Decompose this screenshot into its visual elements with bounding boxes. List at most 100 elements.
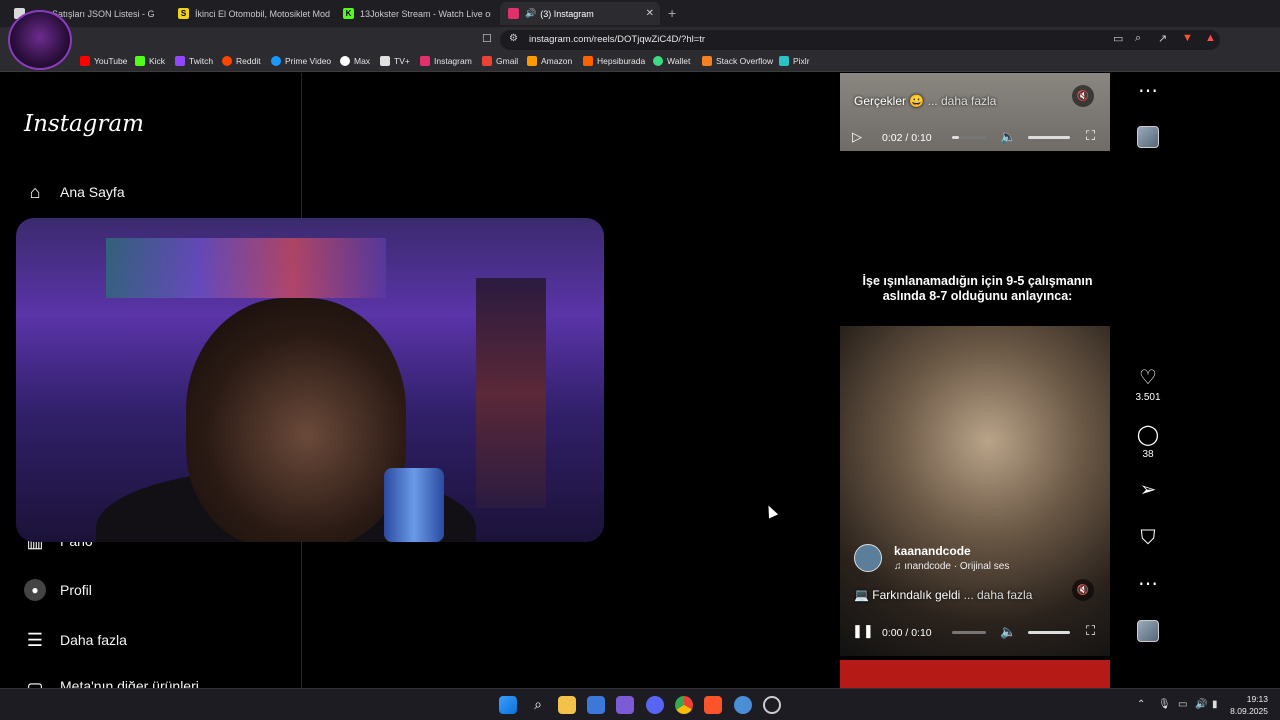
more-link[interactable]: ... daha fazla (928, 94, 997, 108)
discord-icon[interactable] (646, 696, 664, 714)
tab-instagram[interactable]: 🔊 (3) Instagram ✕ (500, 2, 660, 25)
bookmark-reddit[interactable]: Reddit (222, 56, 261, 66)
share-icon[interactable]: ↗ (1158, 32, 1167, 45)
app-icon-2[interactable] (734, 696, 752, 714)
audio-thumbnail-previous[interactable] (1137, 126, 1159, 148)
bookmark-kick[interactable]: Kick (135, 56, 165, 66)
instagram-icon (420, 56, 430, 66)
zoom-icon[interactable]: ⌕ (1135, 32, 1141, 45)
app-icon[interactable] (616, 696, 634, 714)
bookmark-instagram[interactable]: Instagram (420, 56, 472, 66)
speaker-icon: 🔊 (525, 8, 537, 18)
caption-text: Gerçekler 😀 (854, 94, 925, 108)
volume-slider[interactable] (1028, 631, 1070, 634)
volume-icon[interactable]: 🔊 (1195, 699, 1207, 710)
bookmark-youtube[interactable]: YouTube (80, 56, 127, 66)
bookmark-pixlr[interactable]: Pixlr (779, 56, 810, 66)
more-options-icon[interactable]: ⋯ (1138, 573, 1158, 595)
bookmark-prime-video[interactable]: Prime Video (271, 56, 331, 66)
reddit-icon (222, 56, 232, 66)
pixlr-icon (779, 56, 789, 66)
save-action[interactable]: ⛉ (1130, 527, 1166, 549)
youtube-icon (80, 56, 90, 66)
amazon-icon (527, 56, 537, 66)
reel-caption[interactable]: 💻 Farkındalık geldi ... daha fazla (854, 588, 1032, 602)
tab-ikinci-el[interactable]: S İkinci El Otomobil, Motosiklet Modell (178, 2, 330, 25)
muted-icon[interactable]: 🔇 (1072, 85, 1094, 107)
comment-action[interactable]: ◯ 38 (1130, 424, 1166, 460)
nav-profile[interactable]: ● Profil (24, 579, 92, 601)
nav-home[interactable]: ⌂ Ana Sayfa (24, 181, 125, 203)
nav-more[interactable]: ☰ Daha fazla (24, 629, 127, 651)
bookmark-gmail[interactable]: Gmail (482, 56, 518, 66)
clock-date: 8.09.2025 (1230, 706, 1268, 716)
share-action[interactable]: ➢ (1130, 479, 1166, 501)
brave-rewards-icon[interactable]: ▲ (1205, 32, 1216, 44)
bookmark-hepsiburada[interactable]: Hepsiburada (583, 56, 645, 66)
send-icon[interactable]: ➢ (1140, 479, 1157, 501)
bookmark-label: Amazon (541, 56, 573, 66)
more-options-icon[interactable]: ⋯ (1138, 80, 1158, 102)
clock[interactable]: 19:13 8.09.2025 (1230, 693, 1268, 717)
volume-slider[interactable] (1028, 136, 1070, 139)
bookmark-max[interactable]: Max (340, 56, 370, 66)
more-link[interactable]: ... daha fazla (964, 588, 1033, 602)
comment-icon[interactable]: ◯ (1137, 424, 1159, 446)
bookmark-stack-overflow[interactable]: Stack Overflow (702, 56, 773, 66)
reel-more-actions[interactable]: ⋯ (1130, 573, 1166, 595)
volume-icon[interactable]: 🔈 (1000, 624, 1016, 640)
nav-label: Daha fazla (60, 632, 127, 648)
tray-chevron-icon[interactable]: ⌃ (1137, 699, 1145, 710)
battery-icon[interactable]: ▮ (1212, 699, 1218, 710)
reel-author[interactable]: kaanandcode ♫ ınandcode · Orijinal ses (854, 544, 1009, 572)
author-avatar[interactable] (854, 544, 882, 572)
reader-mode-icon[interactable]: ▭ (1113, 32, 1123, 45)
play-icon[interactable]: ▷ (852, 129, 862, 145)
heart-icon[interactable]: ♡ (1139, 367, 1157, 389)
author-username[interactable]: kaanandcode (894, 544, 1009, 558)
site-info-icon[interactable]: ⚙ (509, 33, 518, 44)
store-icon[interactable] (587, 696, 605, 714)
nav-meta-products[interactable]: ▢ Meta'nın diğer ürünleri (24, 678, 198, 688)
obs-icon[interactable] (763, 696, 781, 714)
bookmark-wallet[interactable]: Wallet (653, 56, 690, 66)
reel-video-current[interactable]: kaanandcode ♫ ınandcode · Orijinal ses 🔇… (840, 326, 1110, 656)
chrome-icon[interactable] (675, 696, 693, 714)
like-action[interactable]: ♡ 3.501 (1130, 367, 1166, 403)
fullscreen-icon[interactable]: ⛶ (1086, 128, 1095, 144)
audio-label[interactable]: ♫ ınandcode · Orijinal ses (894, 561, 1009, 572)
bookmark-label: Pixlr (793, 56, 810, 66)
instagram-logo[interactable]: Instagram (24, 111, 144, 137)
file-explorer-icon[interactable] (558, 696, 576, 714)
fullscreen-icon[interactable]: ⛶ (1086, 623, 1095, 639)
volume-icon[interactable]: 🔈 (1000, 129, 1016, 145)
muted-icon[interactable]: 🔇 (1072, 579, 1094, 601)
reel-video-previous[interactable]: Gerçekler 😀 ... daha fazla 🔇 ▷ 0:02 / 0:… (840, 73, 1110, 151)
pause-icon[interactable]: ❚❚ (852, 623, 874, 639)
video-time: 0:02 / 0:10 (882, 132, 932, 144)
profile-avatar-icon: ● (24, 579, 46, 601)
microphone-icon[interactable]: 🎙 (1158, 699, 1171, 710)
progress-bar[interactable] (952, 631, 986, 634)
brave-shields-icon[interactable]: ▼ (1182, 32, 1193, 44)
close-tab-icon[interactable]: ✕ (646, 8, 654, 19)
wallet-icon (653, 56, 663, 66)
reel-caption[interactable]: Gerçekler 😀 ... daha fazla (854, 94, 996, 108)
bookmark-save-icon[interactable]: ⛉ (1141, 527, 1156, 549)
hepsiburada-icon (583, 56, 593, 66)
bookmark-twitch[interactable]: Twitch (175, 56, 213, 66)
search-icon[interactable]: ⌕ (529, 696, 547, 714)
network-icon[interactable]: ▭ (1178, 699, 1187, 710)
bookmark-icon[interactable]: ☐ (482, 32, 492, 45)
brave-icon[interactable] (704, 696, 722, 714)
bookmark-label: Max (354, 56, 371, 66)
bookmark-label: Instagram (434, 56, 472, 66)
start-windows-icon[interactable] (499, 696, 517, 714)
url-field[interactable]: ⚙ instagram.com/reels/DOTjqwZiC4D/?hl=tr (500, 30, 1220, 50)
audio-thumbnail-current[interactable] (1137, 620, 1159, 642)
bookmark-amazon[interactable]: Amazon (527, 56, 572, 66)
reel-video-next[interactable] (840, 660, 1110, 688)
bookmark-tv-plus[interactable]: TV+ (380, 56, 410, 66)
tab-kick-stream[interactable]: K 13Jokster Stream - Watch Live on Kic (343, 2, 491, 25)
new-tab-button[interactable]: + (668, 5, 676, 21)
